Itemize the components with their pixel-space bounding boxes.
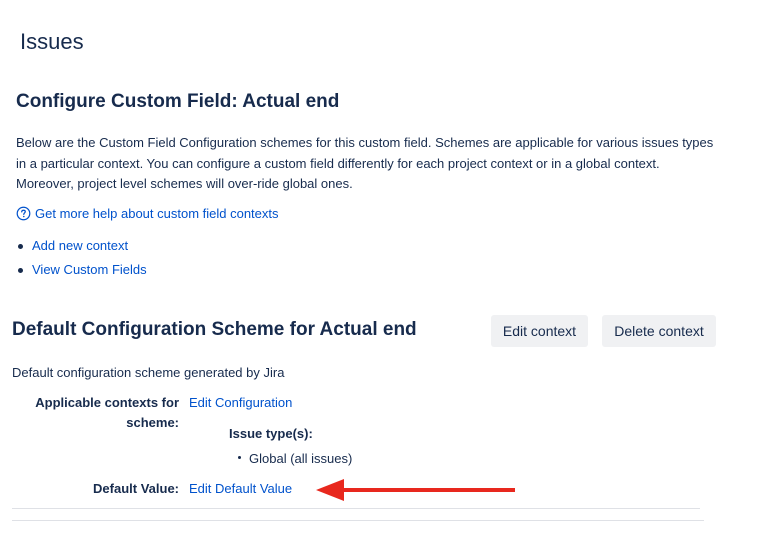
divider [12, 520, 704, 521]
bullet-icon [238, 456, 241, 460]
issue-types-heading: Issue type(s): [229, 426, 313, 441]
page: Issues Configure Custom Field: Actual en… [0, 0, 777, 537]
page-description: Below are the Custom Field Configuration… [16, 135, 714, 191]
list-item: View Custom Fields [16, 260, 147, 284]
issue-type-item: Global (all issues) [238, 451, 352, 466]
edit-configuration-link[interactable]: Edit Configuration [189, 393, 292, 413]
help-link-label: Get more help about custom field context… [35, 206, 279, 221]
applicable-contexts-label: Applicable contexts for scheme: [35, 395, 179, 430]
view-custom-fields-link[interactable]: View Custom Fields [32, 262, 147, 277]
scheme-description: Default configuration scheme generated b… [12, 365, 285, 380]
actions-list: Add new context View Custom Fields [16, 236, 147, 284]
arrow-left-icon [316, 479, 515, 501]
custom-field-title: Configure Custom Field: Actual end [16, 91, 340, 112]
edit-default-value-link[interactable]: Edit Default Value [189, 479, 292, 499]
edit-context-button[interactable]: Edit context [491, 315, 588, 347]
delete-context-button[interactable]: Delete context [602, 315, 716, 347]
issue-type-label: Global (all issues) [249, 451, 353, 466]
help-link[interactable]: Get more help about custom field context… [16, 206, 279, 221]
page-header: Issues [20, 29, 84, 54]
add-new-context-link[interactable]: Add new context [32, 238, 128, 253]
scheme-title: Default Configuration Scheme for Actual … [12, 319, 417, 340]
default-value-label: Default Value: [93, 481, 179, 496]
list-item: Add new context [16, 236, 147, 260]
question-circle-icon [16, 206, 31, 221]
divider [12, 508, 700, 509]
